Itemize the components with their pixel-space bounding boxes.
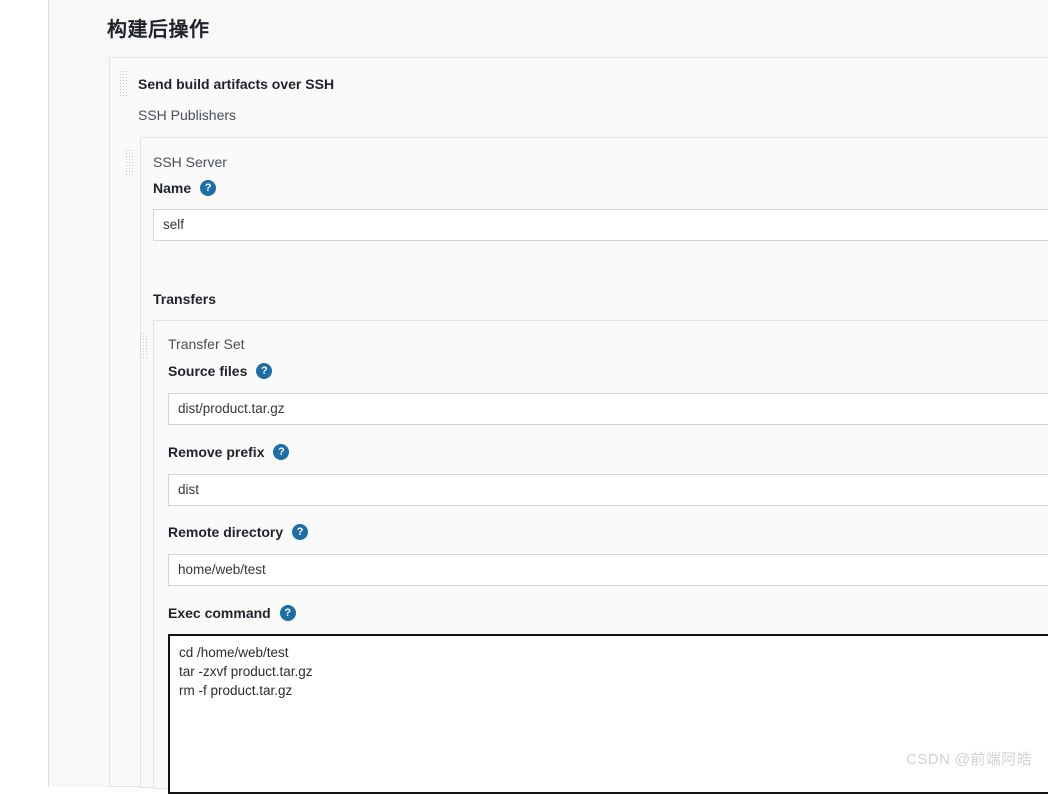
drag-handle-dots-icon[interactable] <box>119 70 129 96</box>
remove-prefix-label: Remove prefix <box>168 444 265 460</box>
help-question-icon[interactable]: ? <box>273 444 290 460</box>
page-title: 构建后操作 <box>107 19 210 41</box>
name-input[interactable]: self <box>153 209 1048 241</box>
name-field-label: Name <box>153 180 192 196</box>
ssh-publishers-label: SSH Publishers <box>138 107 237 123</box>
application-root: 构建后操作 Send build artifacts over SSH SSH … <box>0 0 1048 794</box>
drag-handle-dots-icon[interactable] <box>125 149 135 175</box>
name-field-label-row: Name ? <box>153 178 217 198</box>
post-build-action-panel: Send build artifacts over SSH SSH Publis… <box>109 57 1048 794</box>
remote-directory-label-row: Remote directory ? <box>168 522 309 542</box>
content-column: 构建后操作 Send build artifacts over SSH SSH … <box>48 0 1048 794</box>
source-files-input[interactable]: dist/product.tar.gz <box>168 393 1048 425</box>
transfer-set-panel: Transfer Set Source files ? dist/product… <box>139 320 1048 794</box>
transfers-title: Transfers <box>153 291 217 307</box>
transfer-set-title: Transfer Set <box>168 336 245 352</box>
help-question-icon[interactable]: ? <box>292 524 309 540</box>
help-question-icon[interactable]: ? <box>200 180 217 196</box>
post-build-action-title: Send build artifacts over SSH <box>138 76 335 92</box>
help-question-icon[interactable]: ? <box>256 363 273 379</box>
exec-command-textarea[interactable]: cd /home/web/test tar -zxvf product.tar.… <box>168 634 1048 794</box>
source-files-label-row: Source files ? <box>168 361 273 381</box>
help-question-icon[interactable]: ? <box>279 605 296 621</box>
drag-handle-dots-icon[interactable] <box>139 332 149 358</box>
remove-prefix-input[interactable]: dist <box>168 474 1048 506</box>
exec-command-label: Exec command <box>168 605 271 621</box>
ssh-server-panel: SSH Server Name ? self Transfers Transfe… <box>125 137 1048 794</box>
ssh-server-title: SSH Server <box>153 154 227 170</box>
exec-command-label-row: Exec command ? <box>168 603 296 623</box>
remote-directory-input[interactable]: home/web/test <box>168 554 1048 586</box>
remote-directory-label: Remote directory <box>168 524 284 540</box>
remove-prefix-label-row: Remove prefix ? <box>168 442 290 462</box>
source-files-label: Source files <box>168 363 248 379</box>
